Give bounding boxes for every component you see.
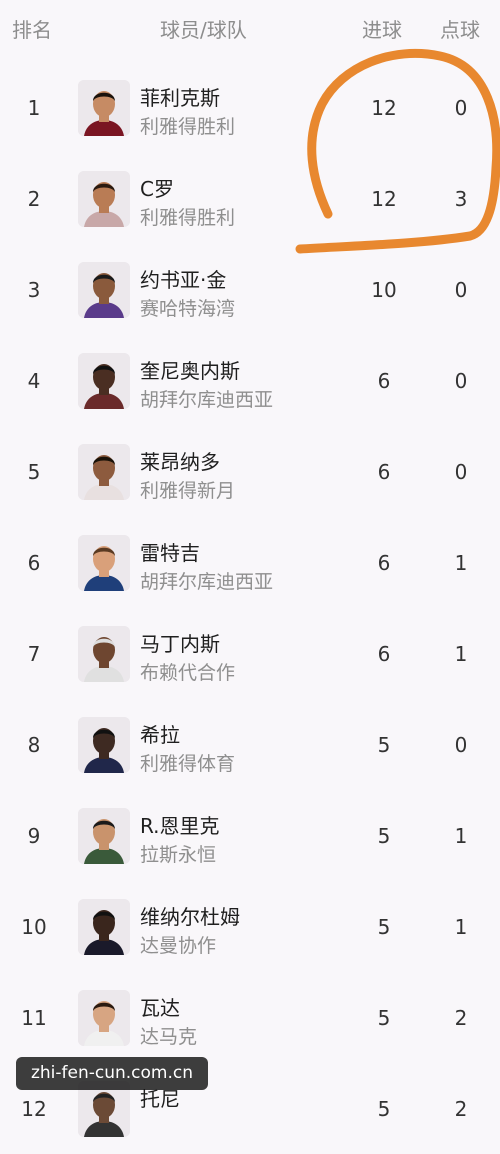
player-avatar[interactable] xyxy=(78,717,130,773)
rank-column-header[interactable]: 排名 xyxy=(12,14,52,43)
penalties-column-header[interactable]: 点球 xyxy=(440,14,480,43)
player-avatar[interactable] xyxy=(78,171,130,227)
team-name[interactable]: 拉斯永恒 xyxy=(140,840,216,867)
table-row[interactable]: 11 瓦达 达马克 5 2 xyxy=(0,972,500,1063)
player-avatar[interactable] xyxy=(78,444,130,500)
table-row[interactable]: 10 维纳尔杜姆 达曼协作 5 1 xyxy=(0,881,500,972)
table-row[interactable]: 3 约书亚·金 赛哈特海湾 10 0 xyxy=(0,244,500,335)
player-team-column-header[interactable]: 球员/球队 xyxy=(160,14,247,43)
rank-value: 6 xyxy=(27,551,41,575)
rank-value: 7 xyxy=(27,642,41,666)
penalties-value: 0 xyxy=(454,369,468,393)
player-name[interactable]: 莱昂纳多 xyxy=(140,446,220,475)
rank-value: 8 xyxy=(27,733,41,757)
player-name[interactable]: 马丁内斯 xyxy=(140,628,220,657)
goals-value: 6 xyxy=(377,642,391,666)
player-name[interactable]: R.恩里克 xyxy=(140,810,220,839)
goals-value: 5 xyxy=(377,915,391,939)
rank-value: 11 xyxy=(21,1006,47,1030)
team-name[interactable]: 利雅得胜利 xyxy=(140,203,235,230)
team-name[interactable]: 胡拜尔库迪西亚 xyxy=(140,385,273,412)
player-photo-icon xyxy=(78,990,130,1046)
team-name[interactable]: 达曼协作 xyxy=(140,931,216,958)
rank-value: 9 xyxy=(27,824,41,848)
player-name[interactable]: 菲利克斯 xyxy=(140,82,220,111)
penalties-value: 1 xyxy=(454,551,468,575)
team-name[interactable]: 达马克 xyxy=(140,1022,197,1049)
player-photo-icon xyxy=(78,899,130,955)
player-photo-icon xyxy=(78,717,130,773)
player-photo-icon xyxy=(78,808,130,864)
team-name[interactable]: 利雅得新月 xyxy=(140,476,235,503)
player-avatar[interactable] xyxy=(78,626,130,682)
player-photo-icon xyxy=(78,262,130,318)
watermark: zhi-fen-cun.com.cn xyxy=(16,1057,208,1090)
player-name[interactable]: C罗 xyxy=(140,173,174,202)
player-name[interactable]: 维纳尔杜姆 xyxy=(140,901,240,930)
table-row[interactable]: 4 奎尼奥内斯 胡拜尔库迪西亚 6 0 xyxy=(0,335,500,426)
penalties-value: 1 xyxy=(454,824,468,848)
penalties-value: 1 xyxy=(454,642,468,666)
player-avatar[interactable] xyxy=(78,262,130,318)
player-name[interactable]: 瓦达 xyxy=(140,992,180,1021)
player-name[interactable]: 奎尼奥内斯 xyxy=(140,355,240,384)
table-row[interactable]: 9 R.恩里克 拉斯永恒 5 1 xyxy=(0,790,500,881)
rank-value: 1 xyxy=(27,96,41,120)
goals-value: 6 xyxy=(377,369,391,393)
player-avatar[interactable] xyxy=(78,535,130,591)
player-avatar[interactable] xyxy=(78,353,130,409)
penalties-value: 2 xyxy=(454,1097,468,1121)
penalties-value: 0 xyxy=(454,278,468,302)
goals-value: 5 xyxy=(377,824,391,848)
penalties-value: 0 xyxy=(454,733,468,757)
penalties-value: 3 xyxy=(454,187,468,211)
goals-value: 5 xyxy=(377,1006,391,1030)
rank-value: 4 xyxy=(27,369,41,393)
goals-value: 12 xyxy=(371,96,397,120)
player-avatar[interactable] xyxy=(78,808,130,864)
team-name[interactable]: 布赖代合作 xyxy=(140,658,235,685)
player-photo-icon xyxy=(78,171,130,227)
goals-column-header[interactable]: 进球 xyxy=(362,14,402,43)
penalties-value: 2 xyxy=(454,1006,468,1030)
rank-value: 10 xyxy=(21,915,47,939)
player-name[interactable]: 约书亚·金 xyxy=(140,264,226,293)
player-photo-icon xyxy=(78,80,130,136)
penalties-value: 0 xyxy=(454,460,468,484)
team-name[interactable]: 利雅得体育 xyxy=(140,749,235,776)
player-name[interactable]: 雷特吉 xyxy=(140,537,200,566)
rank-value: 2 xyxy=(27,187,41,211)
table-row[interactable]: 1 菲利克斯 利雅得胜利 12 0 xyxy=(0,62,500,153)
table-row[interactable]: 7 马丁内斯 布赖代合作 6 1 xyxy=(0,608,500,699)
goals-value: 12 xyxy=(371,187,397,211)
player-photo-icon xyxy=(78,444,130,500)
table-row[interactable]: 6 雷特吉 胡拜尔库迪西亚 6 1 xyxy=(0,517,500,608)
goals-value: 5 xyxy=(377,733,391,757)
penalties-value: 1 xyxy=(454,915,468,939)
rank-value: 12 xyxy=(21,1097,47,1121)
player-avatar[interactable] xyxy=(78,80,130,136)
player-photo-icon xyxy=(78,535,130,591)
goals-value: 10 xyxy=(371,278,397,302)
table-header: 排名 球员/球队 进球 点球 xyxy=(0,0,500,56)
player-photo-icon xyxy=(78,353,130,409)
team-name[interactable]: 利雅得胜利 xyxy=(140,112,235,139)
rank-value: 5 xyxy=(27,460,41,484)
team-name[interactable]: 赛哈特海湾 xyxy=(140,294,235,321)
table-row[interactable]: 2 C罗 利雅得胜利 12 3 xyxy=(0,153,500,244)
player-avatar[interactable] xyxy=(78,990,130,1046)
goals-value: 6 xyxy=(377,551,391,575)
rank-value: 3 xyxy=(27,278,41,302)
goals-value: 5 xyxy=(377,1097,391,1121)
player-name[interactable]: 希拉 xyxy=(140,719,180,748)
penalties-value: 0 xyxy=(454,96,468,120)
table-row[interactable]: 8 希拉 利雅得体育 5 0 xyxy=(0,699,500,790)
player-photo-icon xyxy=(78,626,130,682)
player-avatar[interactable] xyxy=(78,899,130,955)
table-row[interactable]: 5 莱昂纳多 利雅得新月 6 0 xyxy=(0,426,500,517)
goals-value: 6 xyxy=(377,460,391,484)
team-name[interactable]: 胡拜尔库迪西亚 xyxy=(140,567,273,594)
